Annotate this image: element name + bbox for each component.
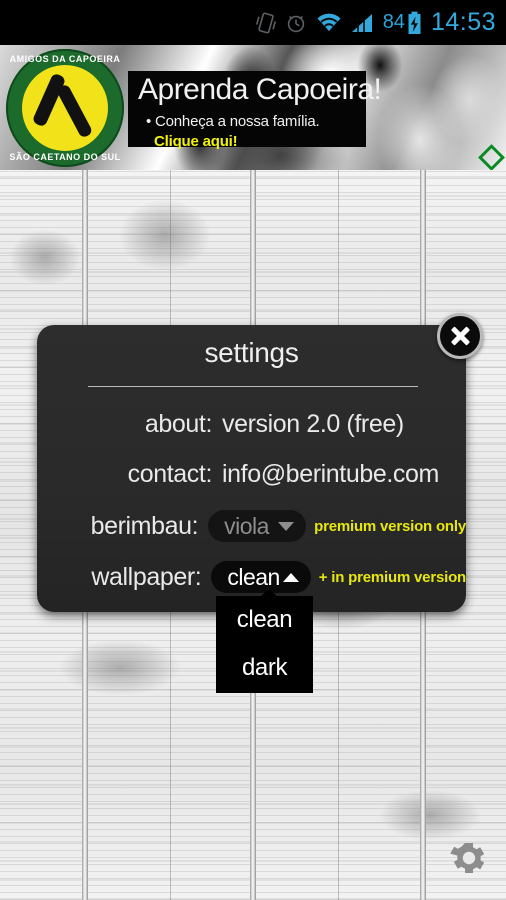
- row-contact-label: contact:: [127, 459, 213, 488]
- berimbau-spinner[interactable]: viola: [208, 510, 307, 542]
- wallpaper-note: + in premium version: [318, 568, 466, 586]
- alarm-icon: [285, 11, 307, 35]
- wallpaper-dropdown[interactable]: clean dark: [216, 596, 313, 693]
- banner-ad[interactable]: AMIGOS DA CAPOEIRA SÃO CAETANO DO SUL Ap…: [0, 45, 506, 170]
- row-about-label: about:: [144, 409, 213, 438]
- signal-icon: [351, 12, 373, 34]
- row-about: about: version 2.0 (free): [37, 405, 466, 443]
- wifi-icon: [316, 12, 342, 34]
- settings-dialog: settings about: version 2.0 (free) conta…: [37, 325, 466, 612]
- logo-top-text: AMIGOS DA CAPOEIRA: [9, 54, 121, 64]
- row-berimbau-label: berimbau:: [90, 511, 199, 540]
- admob-icon[interactable]: [478, 144, 505, 170]
- battery-icon: [407, 11, 422, 35]
- chevron-down-icon: [278, 521, 295, 531]
- dialog-title: settings: [204, 337, 299, 368]
- banner-headline: Aprenda Capoeira!: [138, 73, 382, 106]
- dialog-divider: [88, 386, 418, 387]
- row-wallpaper: wallpaper: clean + in premium version: [37, 558, 466, 596]
- clock-label: 14:53: [430, 8, 496, 36]
- banner-cta[interactable]: Clique aqui!: [154, 133, 238, 150]
- banner-bullet: • Conheça a nossa família.: [146, 113, 320, 130]
- berimbau-spinner-value: viola: [224, 512, 269, 539]
- row-contact-value[interactable]: info@berintube.com: [222, 460, 439, 489]
- gear-icon: [450, 843, 485, 873]
- row-contact: contact: info@berintube.com: [37, 455, 466, 493]
- row-about-value: version 2.0 (free): [222, 409, 404, 438]
- logo-figures: [22, 65, 108, 151]
- close-icon: [449, 325, 471, 347]
- battery-level-label: 84: [382, 11, 405, 33]
- close-button[interactable]: [437, 313, 483, 359]
- settings-gear-button[interactable]: [449, 838, 489, 878]
- status-bar: 84 14:53: [0, 0, 506, 45]
- row-wallpaper-label: wallpaper:: [91, 562, 202, 591]
- dropdown-option-clean[interactable]: clean: [216, 596, 313, 644]
- dropdown-option-dark[interactable]: dark: [216, 644, 313, 692]
- wallpaper-spinner-value: clean: [227, 563, 280, 590]
- capoeira-logo: AMIGOS DA CAPOEIRA SÃO CAETANO DO SUL: [6, 49, 124, 167]
- berimbau-note: premium version only: [314, 517, 466, 535]
- logo-bottom-text: SÃO CAETANO DO SUL: [9, 152, 121, 162]
- chevron-up-icon: [282, 572, 299, 582]
- vibrate-icon: [255, 11, 276, 35]
- row-berimbau: berimbau: viola premium version only: [37, 507, 466, 545]
